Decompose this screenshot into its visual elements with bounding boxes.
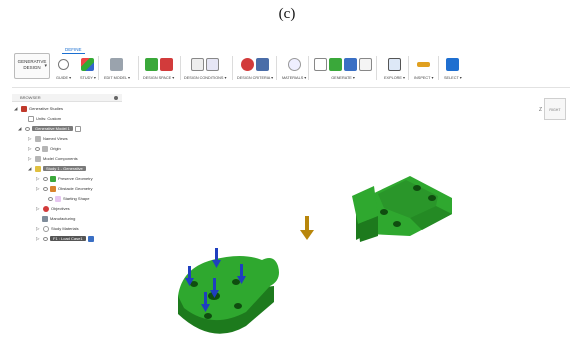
gravity-arrow-icon: [300, 216, 314, 240]
figure-caption: (c): [278, 6, 296, 22]
model-viewport[interactable]: [12, 46, 570, 338]
preserve-geometry-hub[interactable]: [178, 256, 279, 334]
fusion-window: DEFINE GENERATIVE DESIGN ▾ GUIDE ▾ STUDY…: [12, 46, 570, 338]
preserve-geometry-bracket[interactable]: [352, 176, 452, 242]
